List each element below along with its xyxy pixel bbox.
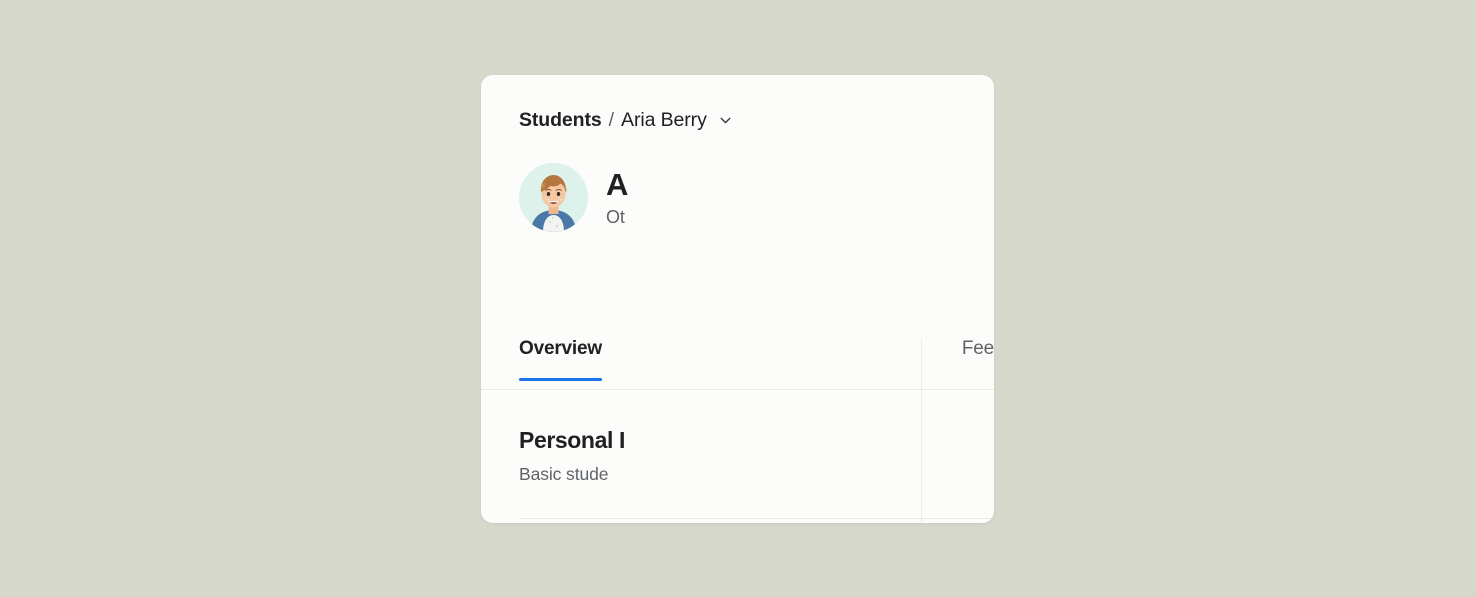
breadcrumb-separator: / bbox=[608, 109, 615, 131]
tab-feed-label: Feed bbox=[961, 338, 994, 359]
profile-subtitle: Ot bbox=[606, 207, 625, 228]
profile-header: A Ot bbox=[519, 163, 628, 232]
chevron-down-icon[interactable] bbox=[717, 112, 734, 129]
personal-information-section: Personal I Basic stude bbox=[519, 427, 994, 485]
tab-overview-label: Overview bbox=[519, 338, 602, 359]
tab-bar: Overview Feed bbox=[519, 338, 994, 390]
avatar bbox=[519, 163, 588, 232]
section-title: Personal I bbox=[519, 427, 625, 453]
tab-overview[interactable]: Overview bbox=[519, 338, 602, 381]
profile-text: A Ot bbox=[606, 167, 628, 229]
breadcrumb-root-link[interactable]: Students bbox=[519, 109, 602, 132]
section-divider bbox=[519, 518, 994, 519]
student-detail-card: Students / Aria Berry A Ot Overview Fee … bbox=[481, 75, 994, 523]
tab-feed[interactable]: Feed bbox=[962, 338, 994, 381]
tab-bar-divider bbox=[481, 389, 994, 390]
breadcrumb: Students / Aria Berry bbox=[519, 109, 734, 132]
page-title: A bbox=[606, 166, 628, 202]
section-subtitle: Basic stude bbox=[519, 464, 609, 484]
breadcrumb-current-student[interactable]: Aria Berry bbox=[621, 109, 707, 132]
